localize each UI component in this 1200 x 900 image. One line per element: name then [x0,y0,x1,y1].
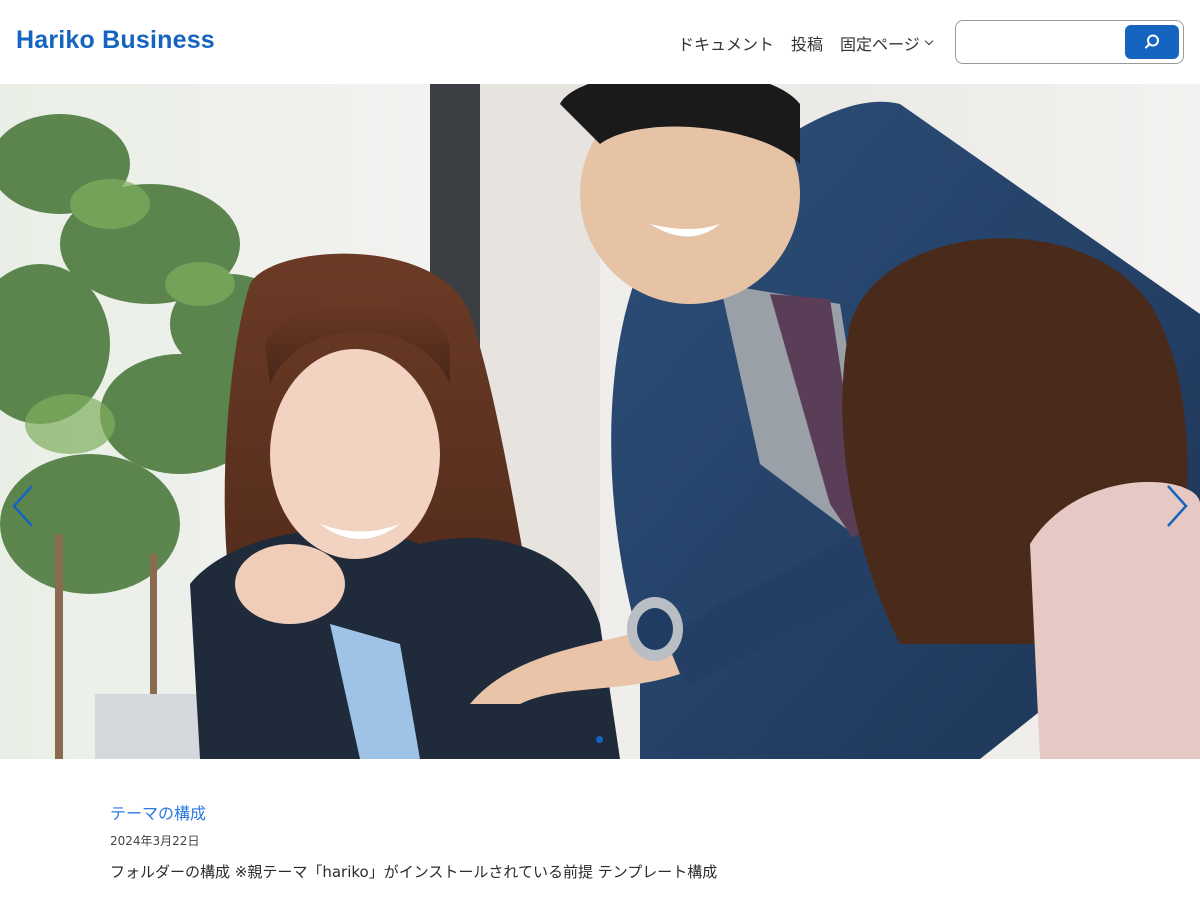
search-icon [1145,34,1159,49]
slider-prev-button[interactable] [6,482,40,530]
search-input[interactable] [964,27,1124,57]
nav-item-documents[interactable]: ドキュメント [678,31,774,55]
main-nav: ドキュメント 投稿 固定ページ [678,31,933,55]
chevron-right-icon [1167,485,1188,527]
post-date: 2024年3月22日 [110,834,200,848]
slider-pagination-dot[interactable] [596,736,603,743]
nav-item-pages[interactable]: 固定ページ [840,31,933,55]
hero-photo [0,84,1200,759]
chevron-down-icon [924,36,933,46]
chevron-left-icon [12,485,33,527]
search-button[interactable] [1125,25,1179,59]
slider-next-button[interactable] [1160,482,1194,530]
search-form [955,20,1184,64]
site-title[interactable]: Hariko Business [16,26,215,55]
post-card: テーマの構成 2024年3月22日 フォルダーの構成 ※親テーマ「hariko」… [110,800,1090,882]
nav-item-posts[interactable]: 投稿 [791,31,823,55]
post-excerpt: フォルダーの構成 ※親テーマ「hariko」がインストールされている前提 テンプ… [110,863,718,881]
nav-item-pages-label: 固定ページ [840,35,920,54]
site-header: Hariko Business ドキュメント 投稿 固定ページ [0,0,1200,84]
hero-slider [0,84,1200,759]
post-title-link[interactable]: テーマの構成 [110,800,1090,824]
